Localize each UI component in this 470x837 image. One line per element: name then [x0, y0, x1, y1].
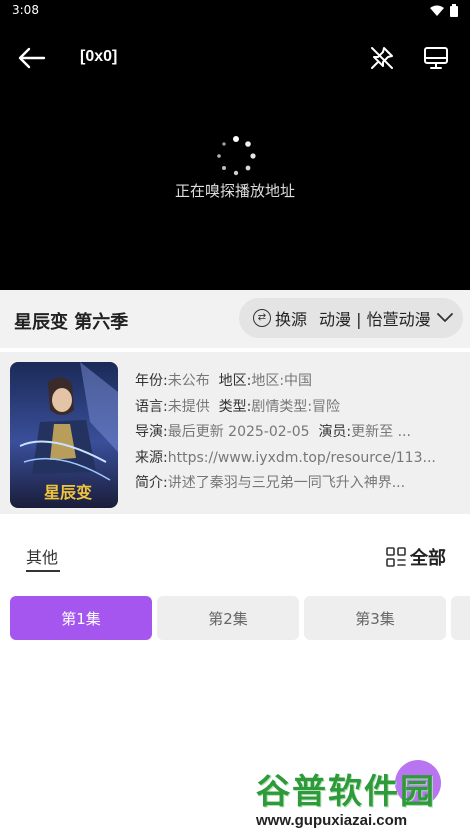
info-line-year-region: 年份:未公布 地区:地区:中国	[135, 370, 465, 396]
status-icons	[430, 4, 458, 17]
episode-button-partial[interactable]	[451, 596, 470, 640]
director-label: 导演:	[135, 424, 168, 441]
episode-button[interactable]: 第1集	[10, 596, 152, 640]
title-row: 星辰变 第六季 ⇄ 换源 动漫 | 怡萱动漫	[0, 290, 470, 348]
lang-value: 未提供	[167, 398, 210, 415]
info-line-intro: 简介:讲述了秦羽与三兄弟一同飞升入神界...	[135, 472, 465, 498]
info-lines: 年份:未公布 地区:地区:中国 语言:未提供 类型:剧情类型:冒险 导演:最后更…	[135, 370, 465, 498]
watermark-sub: www.gupuxiazai.com	[256, 812, 408, 829]
cast-value: 更新至 ...	[351, 424, 411, 441]
status-time: 3:08	[12, 3, 39, 17]
source-url[interactable]: https://www.iyxdm.top/resource/113...	[168, 450, 436, 466]
back-button[interactable]	[18, 42, 58, 74]
episode-button[interactable]: 第2集	[157, 596, 299, 640]
pin-button[interactable]	[366, 42, 398, 74]
loading-spinner-icon	[217, 136, 256, 176]
director-value: 最后更新 2025-02-05	[167, 424, 310, 441]
show-title: 星辰变 第六季	[14, 312, 129, 333]
video-player[interactable]: 3:08 [0x0] 正在嗅探播放地址	[0, 0, 470, 290]
all-episodes-button[interactable]: 全部	[386, 544, 446, 570]
poster-image[interactable]: 星辰变	[10, 362, 118, 508]
tab-other[interactable]: 其他	[26, 544, 58, 568]
year-label: 年份:	[135, 373, 168, 389]
monitor-icon	[424, 47, 448, 69]
info-line-source: 来源:https://www.iyxdm.top/resource/113...	[135, 447, 465, 473]
info-card: 星辰变 年份:未公布 地区:地区:中国 语言:未提供 类型:剧情类型:冒险 导演…	[0, 352, 470, 514]
lang-label: 语言:	[135, 398, 168, 415]
player-title: [0x0]	[80, 48, 118, 65]
status-bar: 3:08	[0, 0, 470, 24]
intro-label: 简介:	[135, 475, 168, 492]
region-label: 地区:	[218, 373, 252, 389]
tab-underline	[26, 570, 60, 572]
all-label: 全部	[410, 548, 446, 569]
type-label: 类型:	[218, 398, 252, 415]
player-top-bar: [0x0]	[0, 34, 470, 82]
loading-text: 正在嗅探播放地址	[174, 182, 295, 200]
battery-icon	[450, 4, 458, 17]
cast-screen-button[interactable]	[420, 42, 452, 74]
watermark: 谷普软件园 www.gupuxiazai.com	[256, 764, 468, 834]
grid-icon	[386, 547, 406, 567]
source-name: 动漫 | 怡萱动漫	[319, 310, 431, 329]
episode-tab-row: 其他 全部	[0, 536, 470, 576]
source-label: 来源:	[135, 449, 168, 466]
chevron-down-icon	[436, 313, 453, 322]
pin-off-icon	[371, 47, 393, 69]
episode-list: 第1集 第2集 第3集	[0, 596, 470, 640]
info-line-director-cast: 导演:最后更新 2025-02-05 演员:更新至 ...	[135, 421, 465, 447]
type-value: 剧情类型:冒险	[251, 398, 341, 415]
switch-icon: ⇄	[253, 309, 271, 327]
intro-value[interactable]: 讲述了秦羽与三兄弟一同飞升入神界...	[168, 475, 405, 491]
svg-text:星辰变: 星辰变	[44, 483, 92, 502]
switch-source-button[interactable]: ⇄ 换源 动漫 | 怡萱动漫	[239, 298, 463, 338]
arrow-left-icon	[18, 47, 46, 69]
cast-label: 演员:	[318, 424, 352, 441]
region-value: 地区:中国	[251, 373, 313, 389]
watermark-main: 谷普软件园	[256, 773, 436, 811]
wifi-icon	[430, 5, 444, 16]
switch-source-label: 换源	[275, 310, 308, 329]
episode-button[interactable]: 第3集	[304, 596, 446, 640]
info-line-lang-type: 语言:未提供 类型:剧情类型:冒险	[135, 396, 465, 422]
year-value: 未公布	[167, 373, 210, 389]
